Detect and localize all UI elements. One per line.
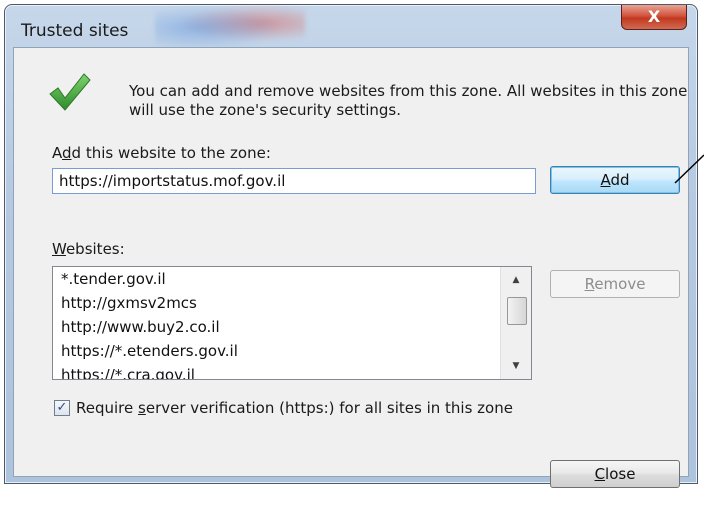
title-bar[interactable]: Trusted sites X <box>5 0 697 47</box>
remove-button-mnemonic: R <box>584 275 595 293</box>
server-verification-checkbox[interactable]: ✓ <box>54 400 70 416</box>
server-verification-label: Require server verification (https:) for… <box>76 398 513 418</box>
background-logo-glow <box>155 0 305 47</box>
list-item[interactable]: https://*.cra.gov.il <box>53 363 497 379</box>
trusted-sites-dialog: Trusted sites X You can add and remove w… <box>4 0 698 488</box>
label-mnemonic: d <box>62 144 72 162</box>
window-title: Trusted sites <box>21 21 129 41</box>
list-item[interactable]: http://www.buy2.co.il <box>53 315 497 339</box>
list-item[interactable]: *.tender.gov.il <box>53 267 497 291</box>
label-part: Require <box>76 399 139 417</box>
zone-info-text: You can add and remove websites from thi… <box>129 82 688 119</box>
remove-button[interactable]: Remove <box>550 270 680 298</box>
websites-label: Websites: <box>52 240 125 258</box>
label-mnemonic: s <box>138 399 146 417</box>
close-x-icon: X <box>647 7 661 26</box>
label-part: erver verification (https:) for all site… <box>145 399 513 417</box>
remove-button-label: emove <box>594 275 646 293</box>
add-website-label: Add this website to the zone: <box>52 144 271 162</box>
close-button-label: lose <box>605 465 636 483</box>
close-button[interactable]: Close <box>550 460 680 488</box>
label-part: ebsites: <box>65 240 125 258</box>
scroll-up-arrow-icon[interactable]: ▲ <box>501 269 531 291</box>
green-check-icon <box>49 73 91 111</box>
websites-list[interactable]: *.tender.gov.il http://gxmsv2mcs http://… <box>52 266 532 380</box>
websites-list-items: *.tender.gov.il http://gxmsv2mcs http://… <box>53 267 497 379</box>
label-part: A <box>52 144 62 162</box>
add-button-label: dd <box>610 171 630 189</box>
scroll-thumb[interactable] <box>507 297 527 325</box>
scroll-down-arrow-icon[interactable]: ▼ <box>501 355 531 377</box>
add-button-mnemonic: A <box>600 171 611 189</box>
dialog-body: You can add and remove websites from thi… <box>13 47 689 488</box>
close-button-mnemonic: C <box>594 465 606 483</box>
label-mnemonic: W <box>52 240 66 258</box>
screen: Trusted sites X You can add and remove w… <box>0 0 704 512</box>
label-part: d this website to the zone: <box>71 144 271 162</box>
website-url-input[interactable]: https://importstatus.mof.gov.il <box>52 168 536 194</box>
websites-scrollbar[interactable]: ▲ ▼ <box>500 267 531 379</box>
list-item[interactable]: https://*.etenders.gov.il <box>53 339 497 363</box>
add-button[interactable]: Add <box>550 166 680 194</box>
list-item[interactable]: http://gxmsv2mcs <box>53 291 497 315</box>
window-close-button[interactable]: X <box>621 5 687 30</box>
